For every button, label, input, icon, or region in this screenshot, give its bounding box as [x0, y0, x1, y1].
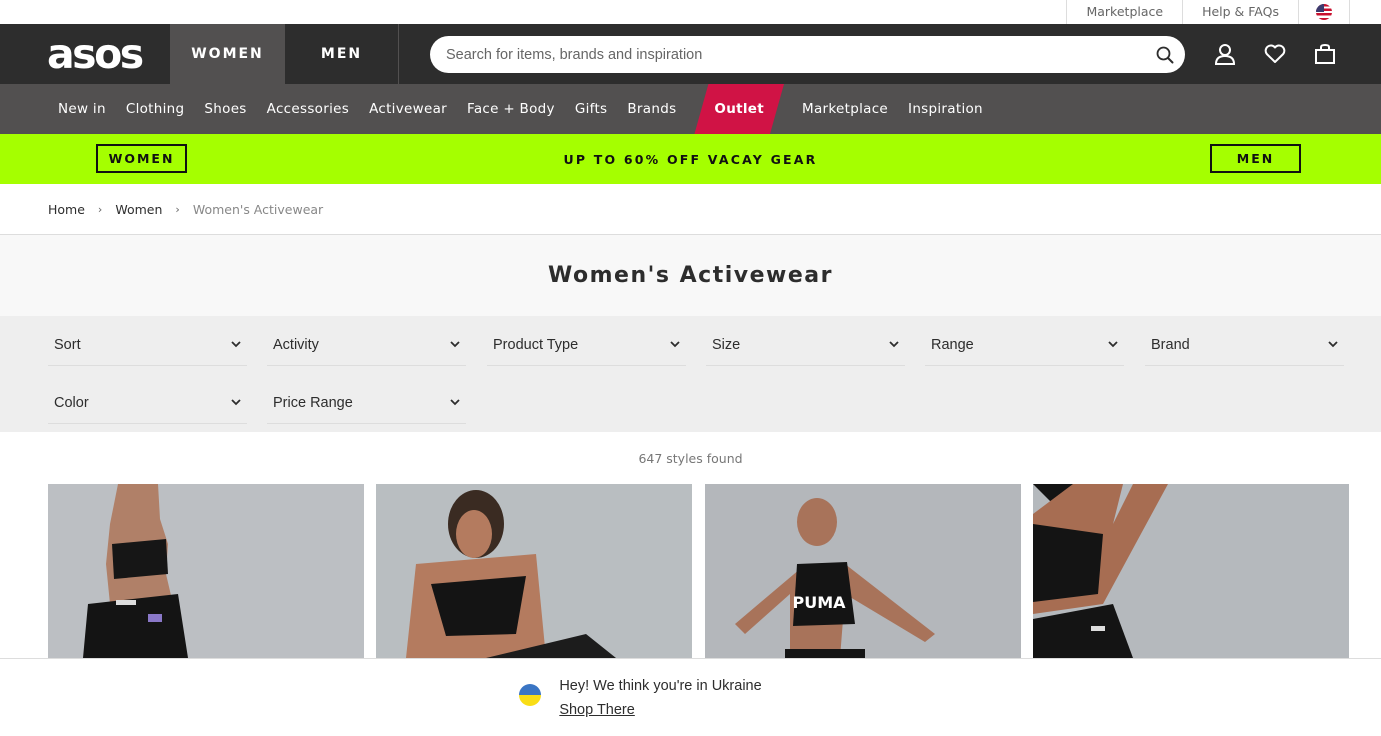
search-icon[interactable]	[1145, 36, 1185, 73]
page-title-bar: Women's Activewear	[0, 235, 1381, 316]
tab-women[interactable]: WOMEN	[170, 24, 285, 84]
breadcrumb-home[interactable]: Home	[48, 202, 85, 217]
promo-banner: WOMEN UP TO 60% OFF VACAY GEAR MEN	[0, 134, 1381, 184]
filter-label: Size	[712, 336, 741, 353]
marketplace-link[interactable]: Marketplace	[1066, 0, 1182, 24]
nav-outlet[interactable]: Outlet	[694, 84, 784, 134]
filter-size[interactable]: Size	[706, 324, 905, 366]
chevron-down-icon	[1108, 340, 1118, 350]
product-image	[376, 484, 692, 658]
filter-label: Price Range	[273, 394, 353, 411]
page-title: Women's Activewear	[548, 263, 833, 288]
product-grid: PUMA	[0, 484, 1381, 658]
promo-men-button[interactable]: MEN	[1210, 144, 1301, 173]
geo-message: Hey! We think you're in Ukraine	[559, 677, 762, 694]
search-bar	[430, 36, 1185, 73]
filter-product-type[interactable]: Product Type	[487, 324, 686, 366]
nav-accessories[interactable]: Accessories	[257, 84, 359, 134]
chevron-right-icon: ›	[97, 202, 103, 216]
nav-marketplace[interactable]: Marketplace	[792, 84, 898, 134]
nav-shoes[interactable]: Shoes	[194, 84, 256, 134]
country-selector[interactable]	[1298, 0, 1350, 24]
filter-label: Range	[931, 336, 974, 353]
chevron-down-icon	[450, 340, 460, 350]
bag-icon[interactable]	[1313, 42, 1337, 66]
breadcrumb: Home › Women › Women's Activewear	[0, 184, 1381, 235]
ukraine-flag-icon	[519, 683, 542, 706]
filter-color[interactable]: Color	[48, 382, 247, 424]
filter-activity[interactable]: Activity	[267, 324, 466, 366]
filter-label: Activity	[273, 336, 319, 353]
nav-clothing[interactable]: Clothing	[116, 84, 195, 134]
geo-content: Hey! We think you're in Ukraine Shop The…	[519, 674, 762, 722]
nav-face-body[interactable]: Face + Body	[457, 84, 565, 134]
filter-sort[interactable]: Sort	[48, 324, 247, 366]
product-image	[1033, 484, 1349, 658]
filter-brand[interactable]: Brand	[1145, 324, 1344, 366]
chevron-down-icon	[670, 340, 680, 350]
chevron-down-icon	[889, 340, 899, 350]
product-image: PUMA	[705, 484, 1021, 658]
geo-text: Hey! We think you're in Ukraine Shop The…	[559, 674, 761, 722]
filter-label: Color	[54, 394, 89, 411]
us-flag-icon	[1316, 4, 1332, 20]
saved-items-heart-icon[interactable]	[1263, 42, 1287, 66]
filter-price-range[interactable]: Price Range	[267, 382, 466, 424]
shop-there-link[interactable]: Shop There	[559, 698, 761, 722]
geo-location-banner: Hey! We think you're in Ukraine Shop The…	[0, 658, 1381, 736]
promo-women-button[interactable]: WOMEN	[96, 144, 187, 173]
filter-label: Sort	[54, 336, 81, 353]
filter-label: Product Type	[493, 336, 579, 353]
nav-activewear[interactable]: Activewear	[359, 84, 457, 134]
nav-inspiration[interactable]: Inspiration	[898, 84, 993, 134]
product-card-2[interactable]	[376, 484, 692, 658]
filter-label: Brand	[1151, 336, 1190, 353]
category-nav: New in Clothing Shoes Accessories Active…	[0, 84, 1381, 134]
promo-text[interactable]: UP TO 60% OFF VACAY GEAR	[564, 152, 818, 167]
filter-range[interactable]: Range	[925, 324, 1124, 366]
product-image	[48, 484, 364, 658]
product-card-1[interactable]	[48, 484, 364, 658]
breadcrumb-current: Women's Activewear	[192, 201, 324, 217]
utility-bar: Marketplace Help & FAQs	[0, 0, 1381, 24]
chevron-down-icon	[450, 398, 460, 408]
nav-new-in[interactable]: New in	[48, 84, 116, 134]
results-count: 647 styles found	[638, 450, 743, 466]
chevron-down-icon	[1328, 340, 1338, 350]
puma-logo-text: PUMA	[792, 593, 846, 612]
help-faqs-link[interactable]: Help & FAQs	[1182, 0, 1298, 24]
account-icon[interactable]	[1213, 42, 1237, 66]
product-card-4[interactable]	[1033, 484, 1349, 658]
breadcrumb-women[interactable]: Women	[115, 202, 162, 217]
asos-logo[interactable]: asos	[47, 32, 144, 76]
filter-bar: Sort Activity Product Type Size Range Br…	[0, 316, 1381, 432]
utility-links: Marketplace Help & FAQs	[1066, 0, 1350, 24]
tab-men[interactable]: MEN	[285, 24, 399, 84]
nav-gifts[interactable]: Gifts	[565, 84, 618, 134]
chevron-down-icon	[231, 340, 241, 350]
search-input[interactable]	[446, 46, 1145, 63]
product-card-3[interactable]: PUMA	[705, 484, 1021, 658]
main-header: asos WOMEN MEN	[0, 24, 1381, 84]
chevron-down-icon	[231, 398, 241, 408]
nav-brands[interactable]: Brands	[617, 84, 686, 134]
chevron-right-icon: ›	[175, 202, 180, 216]
